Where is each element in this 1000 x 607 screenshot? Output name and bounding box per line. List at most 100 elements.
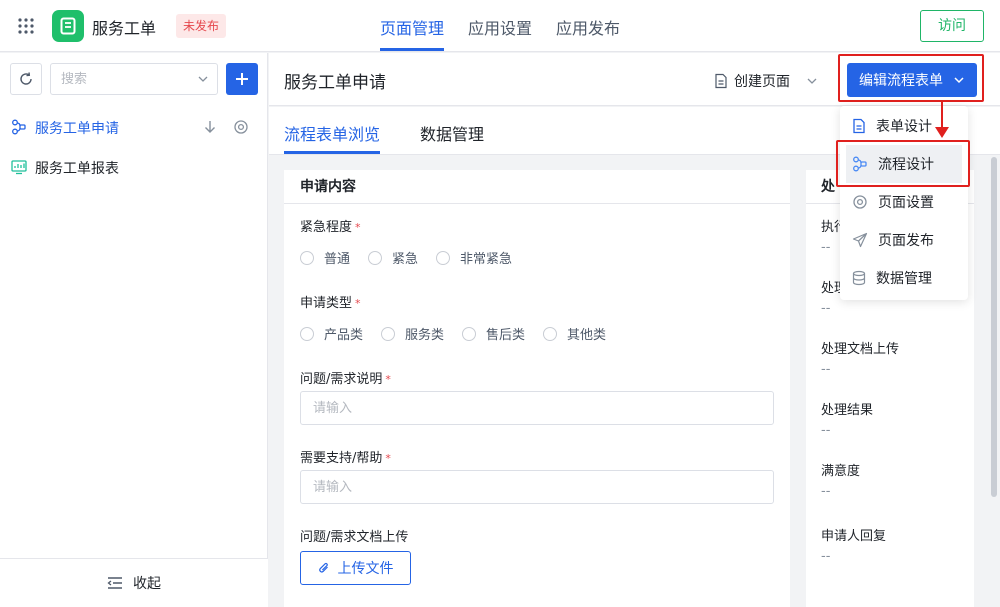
search-input[interactable] [61, 64, 191, 94]
collapse-button[interactable]: 收起 [0, 558, 268, 607]
radio-circle[interactable] [462, 326, 477, 341]
problem-desc-field[interactable] [300, 391, 774, 425]
radio-circle[interactable] [300, 250, 314, 265]
support-needed-label-text: 需要支持/帮助 [300, 451, 383, 466]
support-needed-field[interactable] [300, 470, 774, 504]
request-type-label-text: 申请类型 [300, 296, 353, 311]
visit-button[interactable]: 访问 [920, 10, 984, 42]
application-form-card: 申请内容 紧急程度 * 普通 紧急 非常紧急 申请类型 * 产品类 服务类 售后类 … [284, 170, 790, 607]
problem-desc-input[interactable] [313, 392, 753, 424]
tab-app-publish[interactable]: 应用发布 [556, 15, 620, 39]
menu-item-page-settings[interactable]: 页面设置 [840, 183, 968, 221]
chevron-down-icon [198, 76, 208, 82]
process-field-label: 申请人回复 [821, 529, 887, 544]
upload-file-label: 上传文件 [337, 561, 394, 577]
urgency-label: 紧急程度 * [300, 216, 361, 235]
active-subtab-indicator [284, 151, 380, 154]
sidebar-item-service-request[interactable]: 服务工单申请 [0, 107, 268, 147]
settings-icon[interactable] [233, 119, 249, 135]
request-type-option-after-sales[interactable]: 售后类 [462, 324, 525, 343]
report-icon [11, 160, 27, 175]
status-badge: 未发布 [176, 14, 227, 38]
radio-label: 非常紧急 [460, 252, 513, 267]
collapse-icon [107, 577, 122, 589]
annotation-highlight-edit-button [838, 54, 984, 102]
chevron-down-icon [807, 78, 817, 84]
search-box[interactable] [50, 63, 218, 95]
top-bar: 服务工单 未发布 页面管理 应用设置 应用发布 访问 [0, 0, 1000, 52]
menu-item-label: 页面发布 [878, 233, 934, 249]
radio-circle[interactable] [543, 326, 558, 341]
request-type-option-product[interactable]: 产品类 [300, 324, 363, 343]
process-field-value: -- [821, 423, 831, 438]
menu-item-label: 表单设计 [876, 119, 932, 135]
plus-icon [236, 73, 248, 85]
create-page-label: 创建页面 [734, 74, 790, 90]
upload-file-button[interactable]: 上传文件 [300, 551, 411, 585]
process-field-label: 处理结果 [821, 403, 874, 418]
form-doc-icon [60, 17, 76, 35]
add-page-button[interactable] [226, 63, 258, 95]
flow-icon [12, 119, 26, 135]
settings-icon [853, 195, 867, 209]
tab-flow-form-preview[interactable]: 流程表单浏览 [284, 121, 380, 145]
form-section-title: 申请内容 [284, 170, 790, 204]
request-type-option-other[interactable]: 其他类 [543, 324, 606, 343]
request-type-option-service[interactable]: 服务类 [381, 324, 444, 343]
radio-circle[interactable] [436, 250, 451, 265]
process-field-value: -- [821, 549, 831, 564]
menu-item-label: 数据管理 [876, 271, 932, 287]
refresh-icon [20, 72, 32, 85]
tab-data-management[interactable]: 数据管理 [420, 121, 484, 145]
scrollbar-thumb[interactable] [991, 157, 997, 497]
database-icon [852, 270, 866, 286]
required-marker: * [355, 297, 361, 310]
radio-label: 紧急 [392, 252, 419, 267]
radio-label: 服务类 [405, 328, 445, 343]
radio-label: 产品类 [324, 328, 364, 343]
create-page-dropdown[interactable]: 创建页面 [714, 71, 818, 91]
sidebar-item-service-report[interactable]: 服务工单报表 [0, 147, 268, 187]
menu-item-page-publish[interactable]: 页面发布 [840, 221, 968, 259]
radio-label: 售后类 [486, 328, 526, 343]
annotation-arrow-icon [935, 102, 949, 138]
tab-page-management[interactable]: 页面管理 [380, 15, 444, 39]
create-page-icon [715, 73, 727, 89]
urgency-radio-group: 普通 紧急 非常紧急 [300, 248, 530, 267]
process-field-value: -- [821, 301, 831, 316]
doc-upload-label: 问题/需求文档上传 [300, 530, 409, 545]
refresh-button[interactable] [10, 63, 42, 95]
problem-desc-label-text: 问题/需求说明 [300, 372, 383, 387]
urgency-label-text: 紧急程度 [300, 220, 353, 235]
radio-circle[interactable] [300, 326, 314, 341]
required-marker: * [385, 452, 391, 465]
urgency-option-very-urgent[interactable]: 非常紧急 [436, 248, 512, 267]
urgency-option-urgent[interactable]: 紧急 [368, 248, 418, 267]
menu-item-label: 页面设置 [878, 195, 934, 211]
process-field-value: -- [821, 362, 831, 377]
radio-circle[interactable] [381, 326, 396, 341]
annotation-highlight-flow-design [836, 140, 970, 187]
radio-circle[interactable] [368, 250, 383, 265]
request-type-radio-group: 产品类 服务类 售后类 其他类 [300, 324, 624, 343]
sidebar: 服务工单申请 服务工单报表 收起 [0, 53, 268, 607]
app-logo [52, 10, 84, 42]
tab-app-settings[interactable]: 应用设置 [468, 15, 532, 39]
process-field-label: 满意度 [821, 464, 861, 479]
app-grid-icon[interactable] [17, 17, 35, 35]
page-title: 服务工单申请 [284, 73, 386, 93]
support-needed-input[interactable] [313, 471, 753, 503]
request-type-label: 申请类型 * [300, 292, 361, 311]
send-icon [852, 232, 868, 248]
problem-desc-label: 问题/需求说明 * [300, 368, 391, 387]
process-field-value: -- [821, 240, 831, 255]
move-down-icon[interactable] [203, 119, 217, 135]
app-name: 服务工单 [92, 19, 157, 38]
paperclip-icon [318, 562, 328, 573]
required-marker: * [385, 373, 391, 386]
process-field-value: -- [821, 484, 831, 499]
radio-label: 普通 [324, 252, 351, 267]
urgency-option-normal[interactable]: 普通 [300, 248, 350, 267]
sidebar-item-label: 服务工单申请 [35, 121, 119, 137]
menu-item-data-management[interactable]: 数据管理 [840, 259, 968, 297]
